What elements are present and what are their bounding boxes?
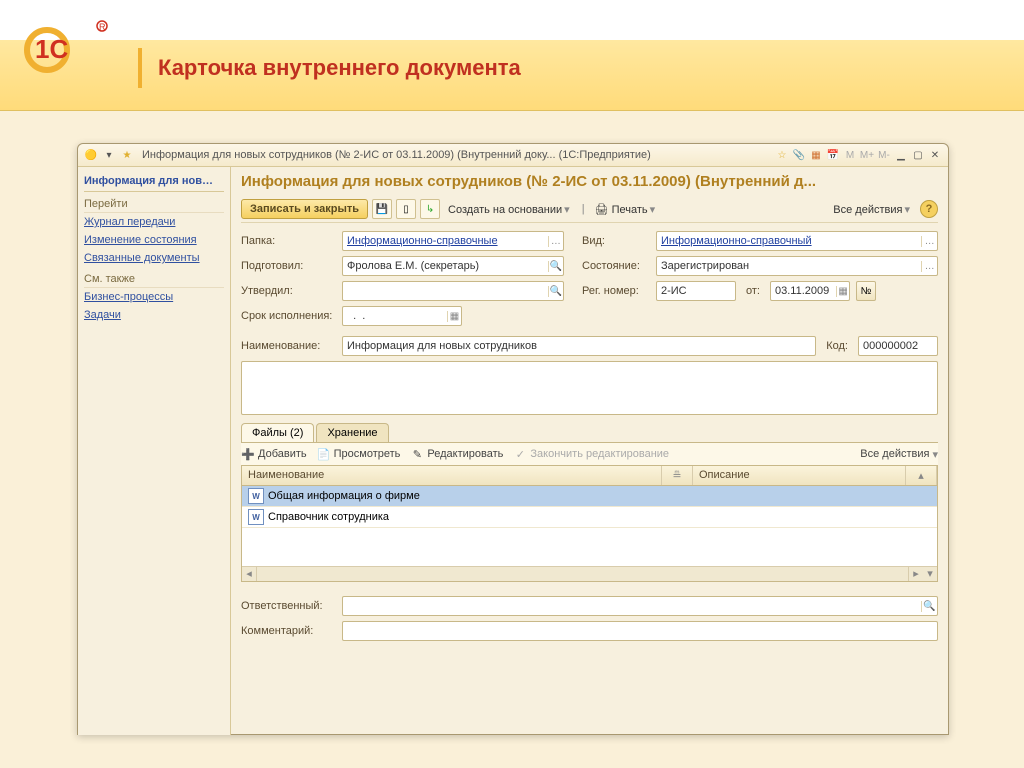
scroll-down-icon[interactable]: ▾	[923, 567, 937, 581]
responsible-field[interactable]: 🔍	[342, 596, 938, 616]
grid-row[interactable]: WСправочник сотрудника	[242, 507, 937, 528]
lookup-icon[interactable]: …	[548, 236, 563, 247]
app-icon: 🟡	[84, 148, 98, 162]
minimize-icon[interactable]: ▁	[894, 148, 908, 162]
maximize-icon[interactable]: ▢	[911, 148, 925, 162]
m-minus-icon[interactable]: M-	[877, 148, 891, 162]
back-icon[interactable]: ▾	[102, 148, 116, 162]
calendar-icon[interactable]: ▦	[836, 286, 849, 297]
m-plus-icon[interactable]: M+	[860, 148, 874, 162]
add-button[interactable]: ➕Добавить	[241, 447, 307, 461]
lookup-icon[interactable]: …	[921, 261, 937, 272]
type-field[interactable]: …	[656, 231, 938, 251]
view-button[interactable]: 📄Просмотреть	[317, 447, 401, 461]
col-desc[interactable]: Описание	[693, 466, 906, 485]
approved-label: Утвердил:	[241, 285, 336, 297]
prepared-field[interactable]: 🔍	[342, 256, 564, 276]
svg-text:1С: 1С	[35, 34, 68, 64]
scroll-left-icon[interactable]: ◂	[242, 567, 257, 581]
word-doc-icon: W	[248, 509, 264, 525]
edit-button[interactable]: ✎Редактировать	[410, 447, 503, 461]
sidebar-section-goto: Перейти	[84, 192, 224, 213]
logo-1c: 1С R	[20, 18, 115, 73]
responsible-label: Ответственный:	[241, 600, 336, 612]
print-button[interactable]: 🖨 Печать▾	[591, 201, 662, 218]
h-scrollbar[interactable]: ◂ ▸ ▾	[242, 566, 937, 581]
save-icon[interactable]: 💾	[372, 199, 392, 219]
code-field[interactable]	[858, 336, 938, 356]
col-sort-icon[interactable]: ≞	[662, 466, 693, 485]
close-icon[interactable]: ✕	[928, 148, 942, 162]
type-label: Вид:	[582, 235, 650, 247]
grid-row[interactable]: WОбщая информация о фирме	[242, 486, 937, 507]
sidebar-link-processes[interactable]: Бизнес-процессы	[84, 288, 224, 306]
state-label: Состояние:	[582, 260, 650, 272]
col-name[interactable]: Наименование	[242, 466, 662, 485]
tabs: Файлы (2) Хранение	[241, 423, 938, 443]
sidebar-link-tasks[interactable]: Задачи	[84, 306, 224, 324]
name-label: Наименование:	[241, 340, 336, 352]
file-all-actions-button[interactable]: Все действия▾	[860, 448, 938, 461]
from-label: от:	[742, 285, 764, 297]
comment-label: Комментарий:	[241, 625, 336, 637]
word-doc-icon: W	[248, 488, 264, 504]
help-icon[interactable]: ?	[920, 200, 938, 218]
form: Папка: … Вид: … Подготовил: 🔍 Состояние:…	[241, 223, 938, 641]
window-title: Информация для новых сотрудников (№ 2-ИС…	[142, 149, 775, 161]
m-icon[interactable]: M	[843, 148, 857, 162]
memo-field[interactable]	[241, 361, 938, 415]
scroll-up-icon[interactable]: ▴	[906, 466, 937, 485]
approved-field[interactable]: 🔍	[342, 281, 564, 301]
calendar-icon[interactable]: ▦	[447, 311, 461, 322]
search-icon[interactable]: 🔍	[548, 286, 563, 297]
window-titlebar: 🟡 ▾ ★ Информация для новых сотрудников (…	[78, 144, 948, 167]
scroll-right-icon[interactable]: ▸	[908, 567, 923, 581]
deadline-label: Срок исполнения:	[241, 310, 336, 322]
main-toolbar: Записать и закрыть 💾 ▯ ↳ Создать на осно…	[241, 196, 938, 223]
star-icon[interactable]: ★	[120, 148, 134, 162]
search-icon[interactable]: 🔍	[548, 261, 563, 272]
folder-label: Папка:	[241, 235, 336, 247]
grid-icon[interactable]: ▦	[809, 148, 823, 162]
calendar-icon[interactable]: 📅	[826, 148, 840, 162]
title-accent-bar	[138, 48, 142, 88]
search-icon[interactable]: 🔍	[921, 601, 937, 612]
lookup-icon[interactable]: …	[921, 236, 937, 247]
deadline-field[interactable]: ▦	[342, 306, 462, 326]
doc-icon[interactable]: ▯	[396, 199, 416, 219]
finish-edit-button[interactable]: ✓Закончить редактирование	[513, 447, 669, 461]
regnum-field[interactable]	[656, 281, 736, 301]
save-close-button[interactable]: Записать и закрыть	[241, 199, 368, 219]
code-label: Код:	[822, 340, 852, 352]
create-based-button[interactable]: Создать на основании▾	[444, 201, 576, 218]
fav-icon[interactable]: ☆	[775, 148, 789, 162]
files-grid: Наименование ≞ Описание ▴ WОбщая информа…	[241, 465, 938, 582]
prepared-label: Подготовил:	[241, 260, 336, 272]
sidebar-link-state[interactable]: Изменение состояния	[84, 231, 224, 249]
sidebar-link-journal[interactable]: Журнал передачи	[84, 213, 224, 231]
sidebar: Информация для нов… Перейти Журнал перед…	[78, 167, 231, 735]
sidebar-link-related[interactable]: Связанные документы	[84, 249, 224, 267]
document-title: Информация для новых сотрудников (№ 2-ИС…	[241, 173, 938, 196]
file-toolbar: ➕Добавить 📄Просмотреть ✎Редактировать ✓З…	[241, 443, 938, 465]
attach-icon[interactable]: 📎	[792, 148, 806, 162]
date-field[interactable]: ▦	[770, 281, 850, 301]
sidebar-title: Информация для нов…	[84, 171, 224, 192]
regnum-label: Рег. номер:	[582, 285, 650, 297]
comment-field[interactable]	[342, 621, 938, 641]
svg-text:R: R	[99, 22, 106, 32]
all-actions-button[interactable]: Все действия▾	[829, 201, 916, 218]
name-field[interactable]	[342, 336, 816, 356]
state-field[interactable]: …	[656, 256, 938, 276]
main-area: Информация для новых сотрудников (№ 2-ИС…	[231, 167, 948, 735]
number-button[interactable]: №	[856, 281, 876, 301]
folder-field[interactable]: …	[342, 231, 564, 251]
app-window: 🟡 ▾ ★ Информация для новых сотрудников (…	[77, 143, 949, 735]
arrow-icon[interactable]: ↳	[420, 199, 440, 219]
slide-title: Карточка внутреннего документа	[158, 55, 521, 81]
tab-files[interactable]: Файлы (2)	[241, 423, 314, 442]
sidebar-section-see: См. также	[84, 267, 224, 288]
tab-storage[interactable]: Хранение	[316, 423, 388, 442]
slide-header: 1С R Карточка внутреннего документа	[0, 0, 1024, 111]
